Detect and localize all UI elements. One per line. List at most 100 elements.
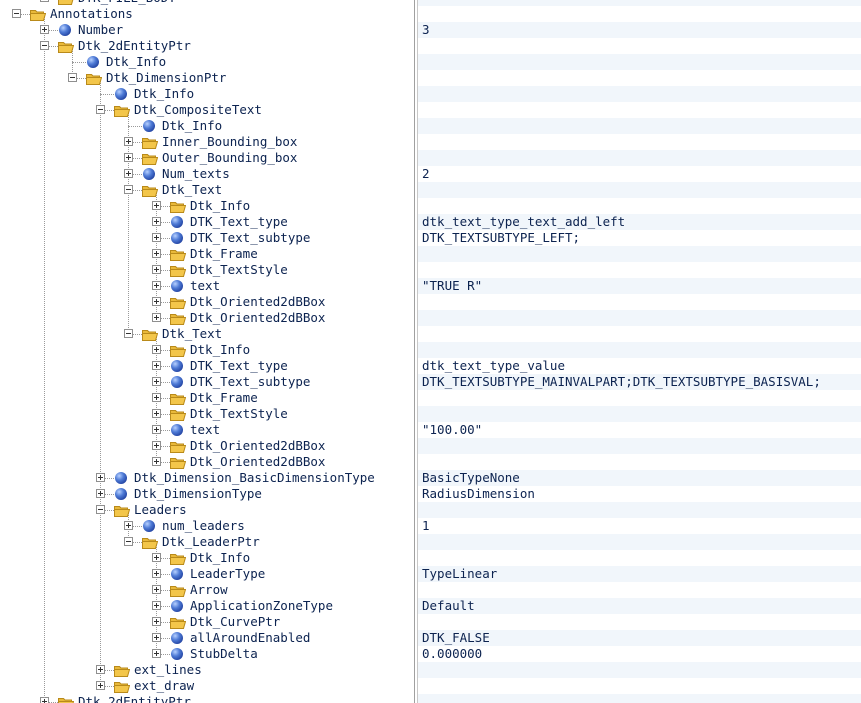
tree-node[interactable]: Dtk_2dEntityPtr	[0, 38, 414, 54]
expand-plus-icon[interactable]	[40, 697, 49, 703]
expand-plus-icon[interactable]	[152, 633, 161, 642]
tree-node[interactable]: Dtk_Oriented2dBBox	[0, 294, 414, 310]
tree-node[interactable]: Dtk_Dimension_BasicDimensionType	[0, 470, 414, 486]
tree-node[interactable]: LeaderType	[0, 566, 414, 582]
tree-node[interactable]: Inner_Bounding_box	[0, 134, 414, 150]
expand-plus-icon[interactable]	[96, 681, 105, 690]
tree-node[interactable]: allAroundEnabled	[0, 630, 414, 646]
ball-icon	[115, 472, 127, 484]
expand-plus-icon[interactable]	[152, 297, 161, 306]
tree-node[interactable]: DTK_Text_subtype	[0, 230, 414, 246]
tree-node[interactable]: Dtk_LeaderPtr	[0, 534, 414, 550]
collapse-minus-icon[interactable]	[96, 505, 105, 514]
tree-node[interactable]: text	[0, 422, 414, 438]
tree-node[interactable]: Number	[0, 22, 414, 38]
expand-plus-icon[interactable]	[152, 393, 161, 402]
expand-plus-icon[interactable]	[152, 569, 161, 578]
tree-node-label: allAroundEnabled	[190, 630, 311, 645]
tree-node[interactable]: Dtk_Oriented2dBBox	[0, 438, 414, 454]
tree-node-label: num_leaders	[162, 518, 245, 533]
tree-node[interactable]: Dtk_Frame	[0, 390, 414, 406]
tree-node[interactable]: Dtk_Info	[0, 118, 414, 134]
tree-node[interactable]: Dtk_Info	[0, 342, 414, 358]
tree-node[interactable]: Dtk_CurvePtr	[0, 614, 414, 630]
tree-node[interactable]: Dtk_TextStyle	[0, 262, 414, 278]
expand-plus-icon[interactable]	[124, 137, 133, 146]
expand-plus-icon[interactable]	[152, 649, 161, 658]
ball-icon	[171, 424, 183, 436]
expand-plus-icon[interactable]	[152, 361, 161, 370]
expand-plus-icon[interactable]	[96, 489, 105, 498]
expand-plus-icon[interactable]	[152, 425, 161, 434]
ball-icon	[171, 232, 183, 244]
tree-node[interactable]: DTK_Text_type	[0, 358, 414, 374]
tree-node[interactable]: Outer_Bounding_box	[0, 150, 414, 166]
expand-plus-icon[interactable]	[96, 473, 105, 482]
value-cell	[418, 390, 861, 406]
tree-node[interactable]: ApplicationZoneType	[0, 598, 414, 614]
expand-plus-icon[interactable]	[152, 441, 161, 450]
tree-node[interactable]: Dtk_Oriented2dBBox	[0, 310, 414, 326]
expand-plus-icon[interactable]	[40, 0, 49, 2]
collapse-minus-icon[interactable]	[40, 41, 49, 50]
collapse-minus-icon[interactable]	[124, 185, 133, 194]
collapse-minus-icon[interactable]	[124, 537, 133, 546]
expand-plus-icon[interactable]	[152, 265, 161, 274]
expand-plus-icon[interactable]	[96, 665, 105, 674]
tree-node[interactable]: DTK_Text_type	[0, 214, 414, 230]
expand-plus-icon[interactable]	[152, 201, 161, 210]
collapse-minus-icon[interactable]	[68, 73, 77, 82]
tree-node[interactable]: DTK_Text_subtype	[0, 374, 414, 390]
tree-node[interactable]: Annotations	[0, 6, 414, 22]
value-cell: DTK_TEXTSUBTYPE_LEFT;	[422, 230, 581, 245]
value-cell: "TRUE R"	[418, 278, 861, 294]
expand-plus-icon[interactable]	[152, 585, 161, 594]
expand-plus-icon[interactable]	[152, 601, 161, 610]
tree-node[interactable]: Dtk_Info	[0, 198, 414, 214]
expand-plus-icon[interactable]	[152, 313, 161, 322]
expand-plus-icon[interactable]	[152, 281, 161, 290]
tree-node[interactable]: StubDelta	[0, 646, 414, 662]
tree-pane[interactable]: DTK_FILE_BODYAnnotationsNumberDtk_2dEnti…	[0, 0, 414, 703]
expand-plus-icon[interactable]	[152, 553, 161, 562]
tree-node[interactable]: Dtk_TextStyle	[0, 406, 414, 422]
expand-plus-icon[interactable]	[124, 153, 133, 162]
expand-plus-icon[interactable]	[152, 377, 161, 386]
collapse-minus-icon[interactable]	[124, 329, 133, 338]
tree-node[interactable]: Dtk_DimensionPtr	[0, 70, 414, 86]
folder-icon	[114, 664, 131, 677]
tree-node[interactable]: Dtk_CompositeText	[0, 102, 414, 118]
expand-plus-icon[interactable]	[152, 457, 161, 466]
tree-node[interactable]: Dtk_Info	[0, 550, 414, 566]
expand-plus-icon[interactable]	[152, 249, 161, 258]
tree-node-label: ext_draw	[134, 678, 195, 693]
tree-node[interactable]: Dtk_2dEntityPtr	[0, 694, 414, 703]
tree-node[interactable]: num_leaders	[0, 518, 414, 534]
expand-plus-icon[interactable]	[40, 25, 49, 34]
expand-plus-icon[interactable]	[152, 217, 161, 226]
tree-node[interactable]: Arrow	[0, 582, 414, 598]
collapse-minus-icon[interactable]	[12, 9, 21, 18]
expand-plus-icon[interactable]	[124, 169, 133, 178]
tree-node[interactable]: Dtk_Info	[0, 86, 414, 102]
tree-node[interactable]: Dtk_Oriented2dBBox	[0, 454, 414, 470]
expand-plus-icon[interactable]	[124, 521, 133, 530]
value-cell: Default	[418, 598, 861, 614]
tree-node[interactable]: Dtk_Frame	[0, 246, 414, 262]
collapse-minus-icon[interactable]	[96, 105, 105, 114]
expand-plus-icon[interactable]	[152, 617, 161, 626]
tree-node[interactable]: ext_lines	[0, 662, 414, 678]
expand-plus-icon[interactable]	[152, 233, 161, 242]
tree-node[interactable]: Dtk_DimensionType	[0, 486, 414, 502]
tree-node[interactable]: ext_draw	[0, 678, 414, 694]
tree-node[interactable]: Dtk_Info	[0, 54, 414, 70]
expand-plus-icon[interactable]	[152, 409, 161, 418]
tree-node[interactable]: Dtk_Text	[0, 326, 414, 342]
value-cell: 2	[422, 166, 430, 181]
tree-node[interactable]: Leaders	[0, 502, 414, 518]
tree-node[interactable]: Num_texts	[0, 166, 414, 182]
expand-plus-icon[interactable]	[152, 345, 161, 354]
value-cell	[418, 406, 861, 422]
tree-node[interactable]: text	[0, 278, 414, 294]
tree-node[interactable]: Dtk_Text	[0, 182, 414, 198]
